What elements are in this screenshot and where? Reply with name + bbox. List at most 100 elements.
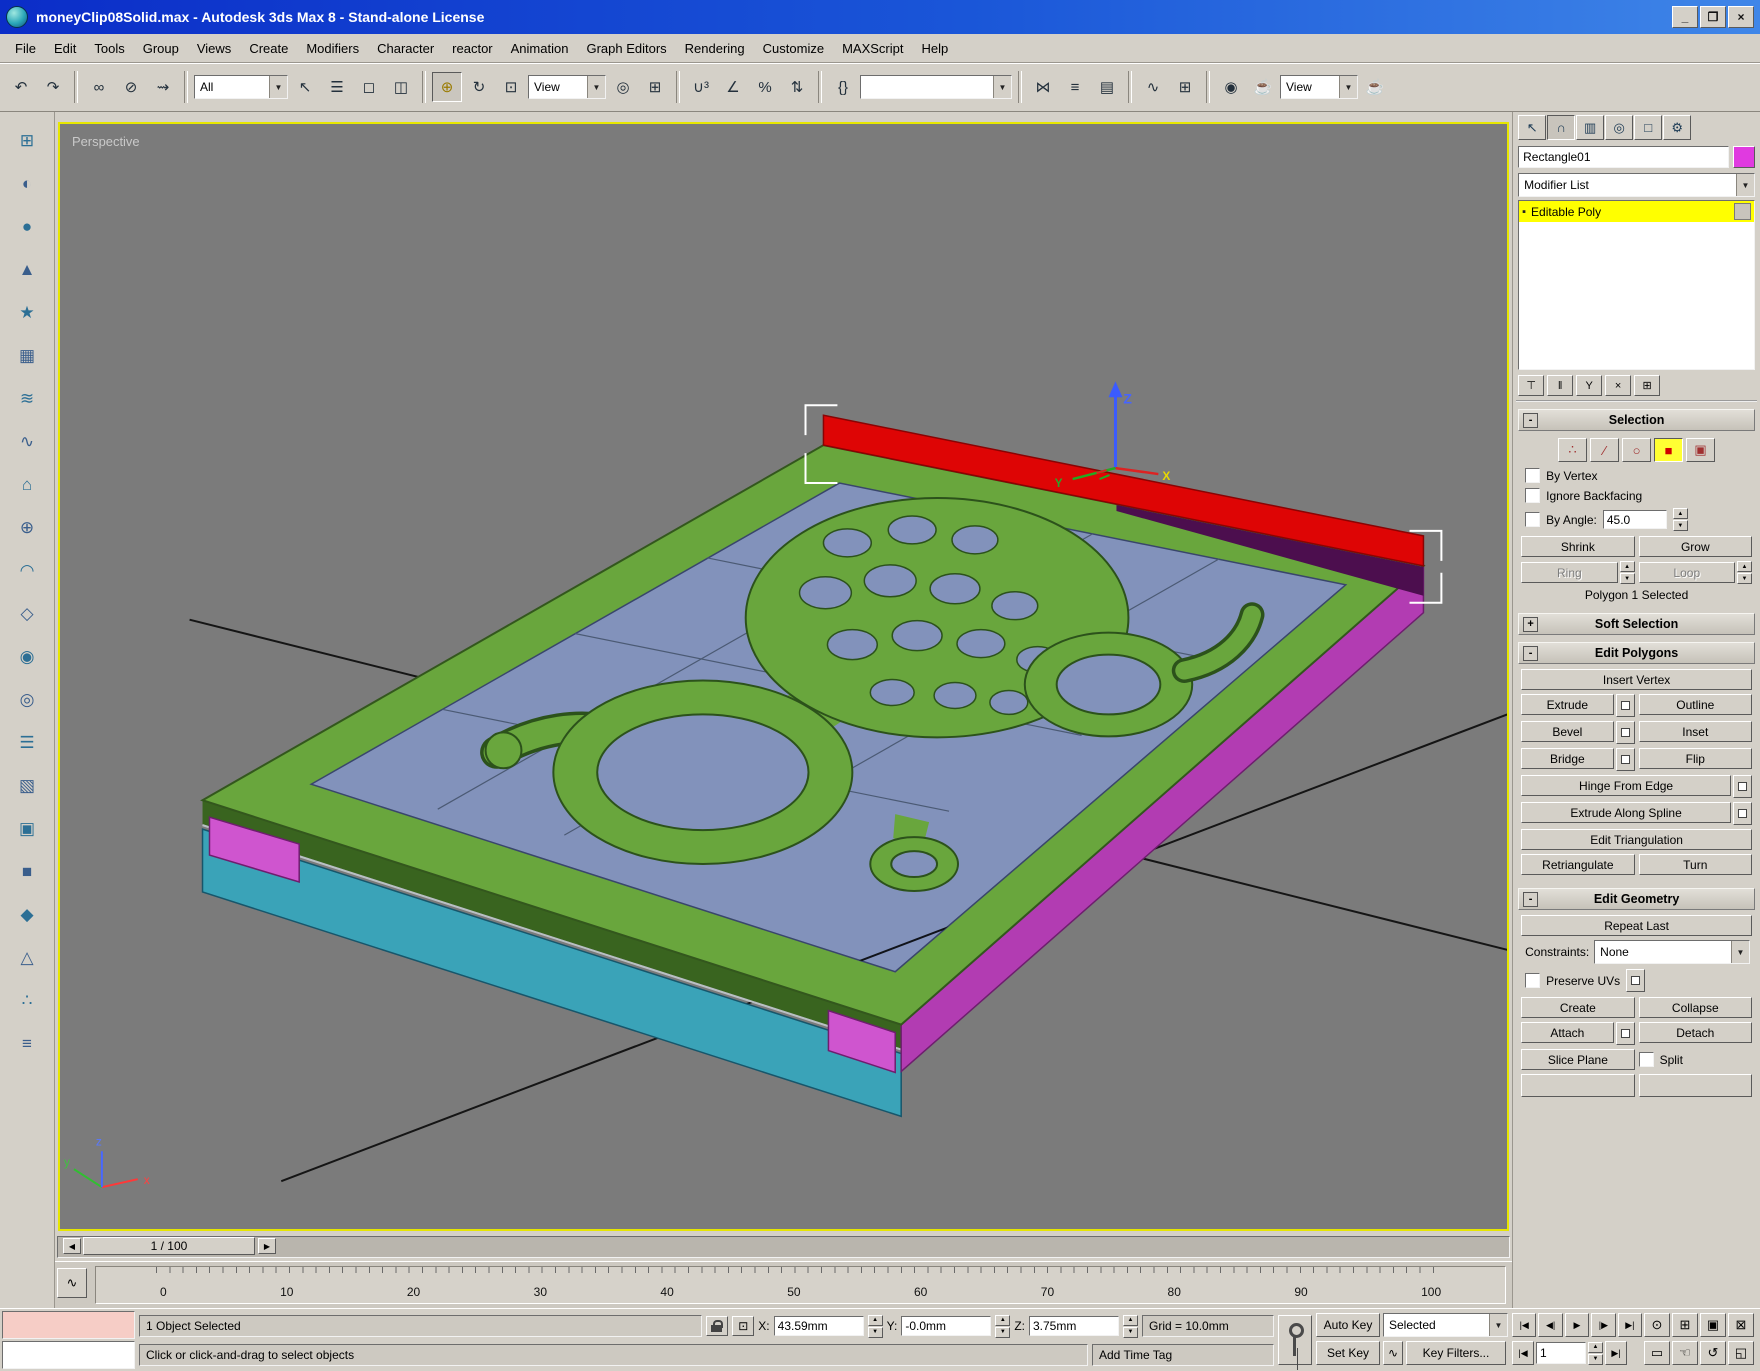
left-tool-icon-14[interactable]: ◎ xyxy=(12,685,42,715)
left-tool-icon-4[interactable]: ▲ xyxy=(12,255,42,285)
x-coord-spinner[interactable]: ▲ ▼ xyxy=(867,1314,883,1338)
min-max-toggle-button[interactable]: ◱ xyxy=(1728,1341,1754,1365)
bridge-button[interactable]: Bridge xyxy=(1521,748,1614,769)
menu-group[interactable]: Group xyxy=(134,38,188,59)
unlink-selection-button[interactable]: ⊘ xyxy=(116,72,146,102)
loop-spinner[interactable]: ▲ ▼ xyxy=(1737,561,1752,584)
menu-tools[interactable]: Tools xyxy=(85,38,133,59)
listener-script-row[interactable] xyxy=(2,1341,135,1369)
zoom-extents-all-button[interactable]: ⊠ xyxy=(1728,1313,1754,1337)
add-time-tag[interactable]: Add Time Tag xyxy=(1092,1344,1274,1366)
outline-button[interactable]: Outline xyxy=(1638,694,1752,715)
set-keys-button[interactable] xyxy=(1278,1315,1312,1365)
mirror-button[interactable]: ⋈ xyxy=(1028,72,1058,102)
mini-curve-editor-button[interactable]: ∿ xyxy=(56,1268,87,1299)
soft-selection-header[interactable]: + Soft Selection xyxy=(1518,613,1755,635)
object-name-field[interactable] xyxy=(1518,146,1729,168)
detach-button[interactable]: Detach xyxy=(1638,1022,1752,1043)
by-angle-checkbox[interactable] xyxy=(1525,512,1541,527)
border-mode-button[interactable]: ○ xyxy=(1622,438,1652,462)
left-tool-icon-15[interactable]: ☰ xyxy=(12,728,42,758)
x-coord-field[interactable] xyxy=(773,1316,864,1336)
flip-button[interactable]: Flip xyxy=(1638,748,1752,769)
menu-edit[interactable]: Edit xyxy=(45,38,85,59)
align-button[interactable]: ≡ xyxy=(1060,72,1090,102)
spin-up-icon[interactable]: ▲ xyxy=(1737,561,1752,572)
ring-spinner[interactable]: ▲ ▼ xyxy=(1619,561,1635,584)
edit-named-selections-button[interactable]: {} xyxy=(828,72,858,102)
extrude-along-spline-button[interactable]: Extrude Along Spline xyxy=(1521,802,1731,823)
absolute-offset-toggle-button[interactable]: ⊡ xyxy=(732,1316,755,1336)
constraints-dropdown[interactable]: None ▼ xyxy=(1594,940,1750,964)
left-tool-icon-17[interactable]: ▣ xyxy=(12,814,42,844)
extrude-settings-button[interactable] xyxy=(1615,694,1635,717)
pin-stack-button[interactable]: ⊤ xyxy=(1518,375,1545,396)
menu-maxscript[interactable]: MAXScript xyxy=(833,38,912,59)
minimize-button[interactable]: _ xyxy=(1672,6,1698,28)
current-frame-field[interactable] xyxy=(1536,1342,1586,1364)
render-type-dropdown[interactable]: View ▼ xyxy=(1280,75,1358,99)
time-slider-handle[interactable]: 1 / 100 xyxy=(82,1237,255,1256)
shrink-button[interactable]: Shrink xyxy=(1521,536,1635,557)
spin-up-icon[interactable]: ▲ xyxy=(995,1314,1011,1326)
spin-up-icon[interactable]: ▲ xyxy=(867,1314,883,1326)
restore-button[interactable]: ❐ xyxy=(1700,6,1726,28)
hinge-settings-button[interactable] xyxy=(1733,775,1752,798)
remove-modifier-button[interactable]: × xyxy=(1605,375,1632,396)
z-coord-spinner[interactable]: ▲ ▼ xyxy=(1123,1314,1138,1338)
bind-to-spacewarp-button[interactable]: ⇝ xyxy=(148,72,178,102)
left-tool-icon-18[interactable]: ■ xyxy=(12,857,42,887)
snap-toggle-3d-button[interactable]: ∪³ xyxy=(686,72,716,102)
spin-down-icon[interactable]: ▼ xyxy=(1588,1353,1603,1365)
hinge-from-edge-button[interactable]: Hinge From Edge xyxy=(1521,775,1731,796)
extrude-spline-settings-button[interactable] xyxy=(1733,802,1752,825)
element-mode-button[interactable]: ▣ xyxy=(1686,438,1716,462)
attach-settings-button[interactable] xyxy=(1615,1022,1635,1045)
tab-motion[interactable]: ◎ xyxy=(1605,115,1634,140)
loop-button[interactable]: Loop xyxy=(1638,562,1735,583)
turn-button[interactable]: Turn xyxy=(1638,854,1752,875)
selection-lock-button[interactable] xyxy=(706,1316,729,1336)
ring-button[interactable]: Ring xyxy=(1521,562,1618,583)
menu-character[interactable]: Character xyxy=(368,38,443,59)
use-pivot-center-button[interactable]: ◎ xyxy=(608,72,638,102)
zoom-button[interactable]: ⊙ xyxy=(1644,1313,1670,1337)
zoom-all-button[interactable]: ⊞ xyxy=(1672,1313,1698,1337)
by-angle-field[interactable] xyxy=(1602,510,1667,529)
schematic-view-button[interactable]: ⊞ xyxy=(1170,72,1200,102)
menu-animation[interactable]: Animation xyxy=(502,38,578,59)
spin-up-icon[interactable]: ▲ xyxy=(1619,561,1635,572)
left-tool-icon-12[interactable]: ◇ xyxy=(12,599,42,629)
menu-graph-editors[interactable]: Graph Editors xyxy=(577,38,675,59)
time-slider-next-button[interactable]: ▶ xyxy=(257,1238,276,1255)
arc-rotate-button[interactable]: ↺ xyxy=(1700,1341,1726,1365)
bevel-button[interactable]: Bevel xyxy=(1521,721,1614,742)
key-mode-toggle-button[interactable]: ∿ xyxy=(1383,1341,1403,1365)
select-and-scale-button[interactable]: ⊡ xyxy=(496,72,526,102)
y-coord-spinner[interactable]: ▲ ▼ xyxy=(995,1314,1011,1338)
spin-up-icon[interactable]: ▲ xyxy=(1588,1341,1603,1353)
reference-coordinate-dropdown[interactable]: View ▼ xyxy=(528,75,606,99)
modifier-list-dropdown[interactable]: Modifier List ▼ xyxy=(1518,173,1755,197)
left-tool-icon-21[interactable]: ∴ xyxy=(12,986,42,1016)
spin-down-icon[interactable]: ▼ xyxy=(995,1326,1011,1338)
spinner-snap-button[interactable]: ⇅ xyxy=(782,72,812,102)
preserve-uvs-checkbox[interactable] xyxy=(1525,973,1541,988)
polygon-mode-button[interactable]: ■ xyxy=(1654,438,1684,462)
goto-end-button[interactable]: ▶| xyxy=(1617,1313,1643,1337)
create-button[interactable]: Create xyxy=(1521,997,1635,1018)
set-key-button[interactable]: Set Key xyxy=(1316,1341,1380,1365)
selection-region-button[interactable]: ◻ xyxy=(354,72,384,102)
by-angle-spinner[interactable]: ▲ ▼ xyxy=(1672,508,1688,531)
left-tool-icon-16[interactable]: ▧ xyxy=(12,771,42,801)
left-tool-icon-7[interactable]: ≋ xyxy=(12,384,42,414)
spin-up-icon[interactable]: ▲ xyxy=(1672,508,1688,519)
window-crossing-button[interactable]: ◫ xyxy=(386,72,416,102)
quick-render-button[interactable]: ☕ xyxy=(1360,72,1390,102)
undo-button[interactable]: ↶ xyxy=(6,72,36,102)
menu-file[interactable]: File xyxy=(6,38,45,59)
select-and-manipulate-button[interactable]: ⊞ xyxy=(640,72,670,102)
object-color-swatch[interactable] xyxy=(1733,146,1755,168)
key-filters-button[interactable]: Key Filters... xyxy=(1406,1341,1506,1365)
close-button[interactable]: × xyxy=(1728,6,1754,28)
